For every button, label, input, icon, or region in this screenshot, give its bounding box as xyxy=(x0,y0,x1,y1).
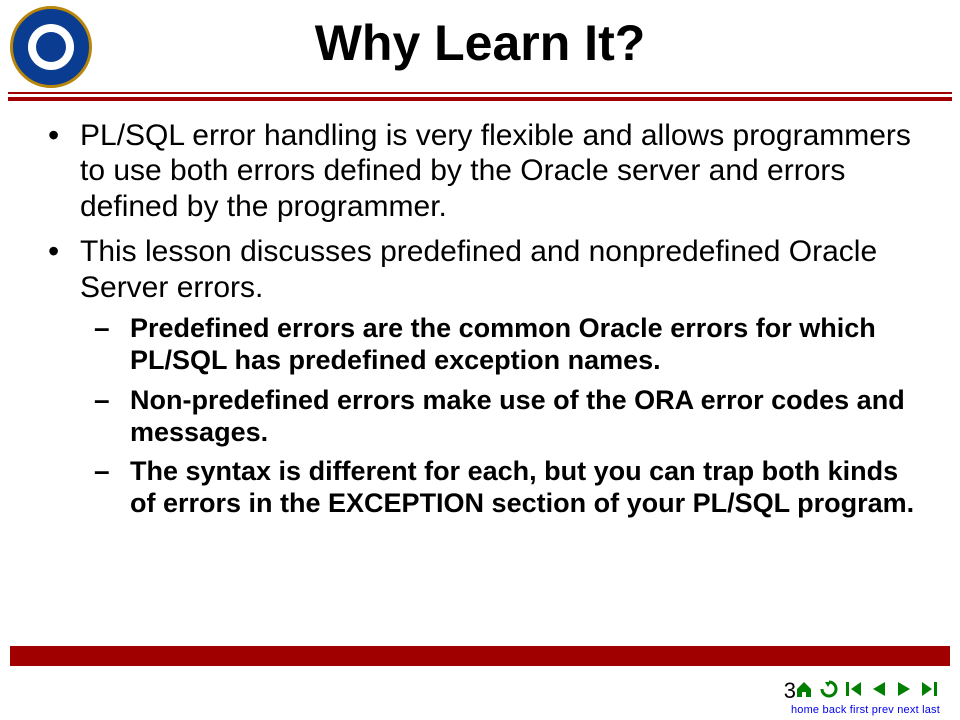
last-button[interactable] xyxy=(918,678,940,700)
nav-controls xyxy=(793,678,940,700)
prev-button[interactable] xyxy=(868,678,890,700)
divider-thick xyxy=(8,97,952,101)
sub-bullet-item: Predefined errors are the common Oracle … xyxy=(124,313,928,377)
divider-thin xyxy=(8,92,952,94)
sub-bullet-item: The syntax is different for each, but yo… xyxy=(124,456,928,520)
slide: Why Learn It? PL/SQL error handling is v… xyxy=(0,0,960,720)
next-icon xyxy=(894,679,914,699)
home-icon xyxy=(794,679,814,699)
header-divider xyxy=(8,92,952,101)
bullet-text: This lesson discusses predefined and non… xyxy=(80,235,877,303)
slide-body: PL/SQL error handling is very flexible a… xyxy=(42,118,928,530)
sub-bullet-item: Non-predefined errors make use of the OR… xyxy=(124,385,928,449)
home-button[interactable] xyxy=(793,678,815,700)
prev-icon xyxy=(869,679,889,699)
back-icon xyxy=(819,679,839,699)
next-button[interactable] xyxy=(893,678,915,700)
last-icon xyxy=(919,679,939,699)
first-button[interactable] xyxy=(843,678,865,700)
bullet-item: PL/SQL error handling is very flexible a… xyxy=(74,118,928,224)
page-title: Why Learn It? xyxy=(0,14,960,72)
back-button[interactable] xyxy=(818,678,840,700)
nav-labels-text: home back first prev next last xyxy=(791,704,940,716)
first-icon xyxy=(844,679,864,699)
bullet-item: This lesson discusses predefined and non… xyxy=(74,234,928,520)
footer-bar xyxy=(10,646,950,666)
